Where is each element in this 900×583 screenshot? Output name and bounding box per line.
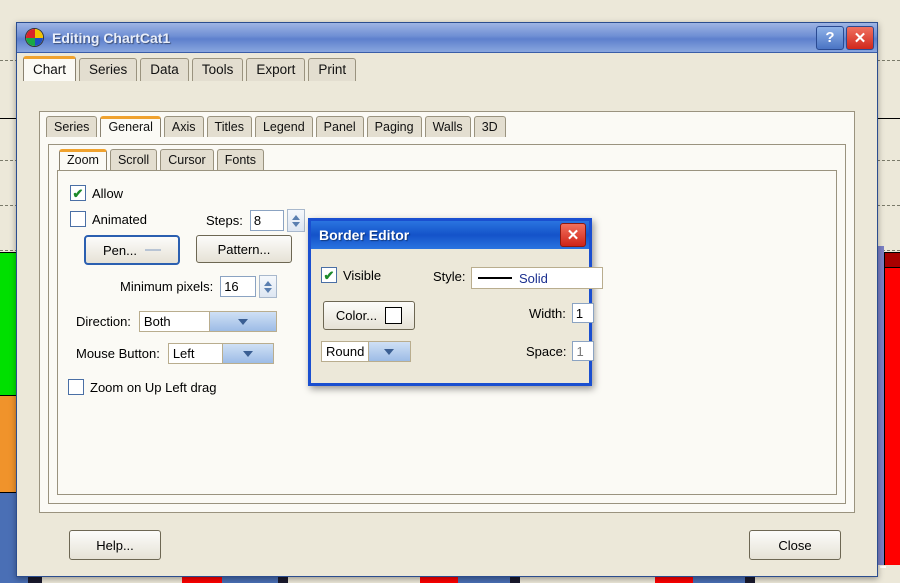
direction-value: Both xyxy=(143,314,171,329)
chart-bar-red-top xyxy=(884,252,900,268)
join-style-value: Round xyxy=(326,344,365,359)
subtab-scroll[interactable]: Scroll xyxy=(109,149,158,170)
animated-checkbox-row[interactable]: Animated xyxy=(70,211,147,227)
pen-button-label: Pen... xyxy=(103,242,137,258)
border-editor-close-button[interactable]: ✕ xyxy=(560,223,586,247)
visible-label: Visible xyxy=(343,267,382,283)
subtab-3d[interactable]: 3D xyxy=(473,116,506,137)
subtab-zoom[interactable]: Zoom xyxy=(59,149,107,170)
allow-checkbox[interactable]: ✔ xyxy=(70,185,86,201)
minimum-pixels-input[interactable]: 16 xyxy=(220,276,257,297)
join-style-select[interactable]: Round xyxy=(321,341,411,362)
subtab-series[interactable]: Series xyxy=(46,116,98,137)
window-titlebar: Editing ChartCat1 ? ✕ xyxy=(17,23,877,53)
subtab-cursor[interactable]: Cursor xyxy=(160,149,214,170)
border-editor-titlebar: Border Editor ✕ xyxy=(311,221,589,249)
subtab-titles[interactable]: Titles xyxy=(206,116,252,137)
zoom-up-left-row[interactable]: Zoom on Up Left drag xyxy=(68,379,216,395)
minimum-pixels-row: Minimum pixels: 16 xyxy=(120,275,278,298)
subtab-legend[interactable]: Legend xyxy=(254,116,313,137)
space-label: Space: xyxy=(526,343,567,359)
steps-stepper[interactable] xyxy=(286,209,305,232)
color-swatch[interactable] xyxy=(385,307,403,324)
style-select[interactable]: Solid xyxy=(471,267,603,289)
width-label: Width: xyxy=(529,305,566,321)
allow-label: Allow xyxy=(92,185,124,201)
minimum-pixels-stepper[interactable] xyxy=(259,275,278,298)
steps-label: Steps: xyxy=(206,213,243,228)
style-value: Solid xyxy=(519,270,548,286)
general-tab-bar: Series General Axis Titles Legend Panel … xyxy=(40,114,854,137)
subtab-panel[interactable]: Panel xyxy=(315,116,364,137)
pen-preview-line xyxy=(144,249,161,251)
tab-print[interactable]: Print xyxy=(308,58,357,81)
chart-bar-shadow-right xyxy=(877,246,884,574)
color-button-label: Color... xyxy=(335,308,378,323)
steps-field-row: Steps: 8 xyxy=(206,209,305,232)
tab-chart[interactable]: Chart xyxy=(23,56,77,81)
width-row: Width: 1 xyxy=(529,303,594,323)
width-input[interactable]: 1 xyxy=(571,303,594,323)
pen-button[interactable]: Pen... xyxy=(84,235,180,265)
main-tab-bar: Chart Series Data Tools Export Print xyxy=(17,56,877,81)
zoom-tab-bar: Zoom Scroll Cursor Fonts xyxy=(49,147,845,170)
style-label: Style: xyxy=(433,269,466,284)
mouse-button-select[interactable]: Left xyxy=(167,343,274,364)
visible-checkbox[interactable]: ✔ xyxy=(321,267,337,283)
subtab-walls[interactable]: Walls xyxy=(424,116,471,137)
visible-checkbox-row[interactable]: ✔ Visible xyxy=(321,267,381,283)
steps-input[interactable]: 8 xyxy=(249,210,284,231)
border-editor-title: Border Editor xyxy=(319,227,410,243)
close-dialog-button[interactable]: Close xyxy=(749,530,841,560)
color-button[interactable]: Color... xyxy=(323,301,415,330)
chevron-down-icon[interactable] xyxy=(367,342,410,361)
tab-tools[interactable]: Tools xyxy=(191,58,244,81)
subtab-general[interactable]: General xyxy=(100,116,161,137)
subtab-paging[interactable]: Paging xyxy=(366,116,422,137)
chevron-down-icon[interactable] xyxy=(209,312,276,331)
border-editor-dialog: Border Editor ✕ ✔ Visible Style: Solid C… xyxy=(308,218,603,386)
style-label-row: Style: xyxy=(433,269,466,284)
minimum-pixels-label: Minimum pixels: xyxy=(120,279,214,294)
border-editor-body: ✔ Visible Style: Solid Color... Width: 1… xyxy=(311,249,603,381)
subtab-fonts[interactable]: Fonts xyxy=(216,149,264,170)
line-style-preview xyxy=(478,277,512,279)
chart-bar-red xyxy=(884,262,900,574)
mouse-button-label: Mouse Button: xyxy=(76,346,160,361)
window-close-button[interactable]: ✕ xyxy=(846,25,874,50)
mouse-button-value: Left xyxy=(172,346,195,361)
animated-label: Animated xyxy=(92,211,147,227)
window-footer: Help... Close xyxy=(17,518,877,576)
allow-checkbox-row[interactable]: ✔ Allow xyxy=(70,185,123,201)
chevron-down-icon[interactable] xyxy=(222,344,273,363)
window-help-button[interactable]: ? xyxy=(816,25,844,50)
zoom-up-left-checkbox[interactable] xyxy=(68,379,84,395)
tab-data[interactable]: Data xyxy=(140,58,189,81)
direction-label: Direction: xyxy=(76,314,131,329)
direction-select[interactable]: Both xyxy=(138,311,277,332)
window-title: Editing ChartCat1 xyxy=(52,29,171,46)
pattern-button[interactable]: Pattern... xyxy=(196,235,292,263)
animated-checkbox[interactable] xyxy=(70,211,86,227)
tab-export[interactable]: Export xyxy=(246,58,306,81)
space-row: Space: 1 xyxy=(526,341,595,361)
help-button[interactable]: Help... xyxy=(69,530,161,560)
pie-chart-icon xyxy=(25,28,44,47)
tab-series[interactable]: Series xyxy=(79,58,138,81)
mouse-button-row: Mouse Button: Left xyxy=(76,343,274,364)
direction-row: Direction: Both xyxy=(76,311,277,332)
subtab-axis[interactable]: Axis xyxy=(163,116,204,137)
zoom-up-left-label: Zoom on Up Left drag xyxy=(90,379,217,395)
space-input[interactable]: 1 xyxy=(572,341,595,361)
